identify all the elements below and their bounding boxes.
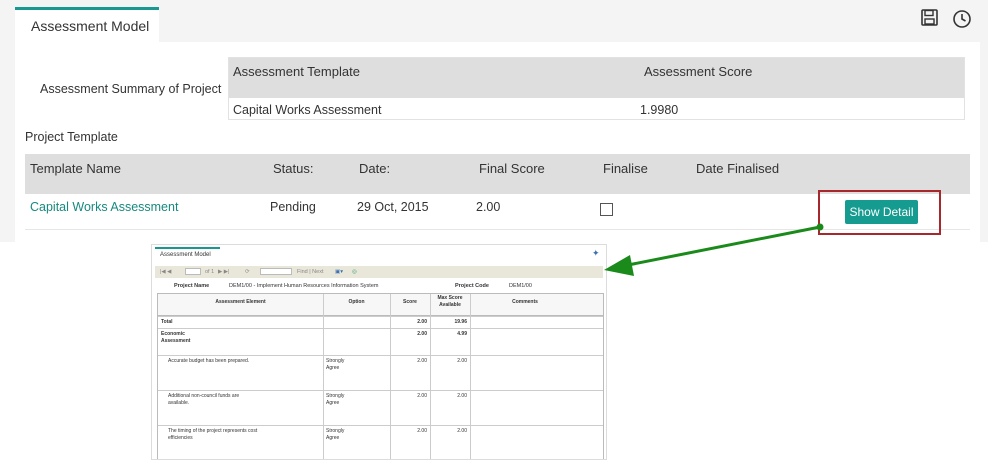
tab-assessment-model[interactable]: Assessment Model: [15, 7, 159, 43]
grid-row-max: 2.00: [457, 393, 467, 399]
refresh-icon[interactable]: ⟳: [245, 266, 250, 278]
grid-header-comments: Comments: [512, 299, 538, 305]
header-status: Status:: [273, 161, 314, 176]
grid-row-element: Economic Assessment: [161, 331, 191, 344]
header-date: Date:: [359, 161, 391, 176]
save-icon[interactable]: [920, 8, 940, 28]
grid-header-element: Assessment Element: [215, 299, 266, 305]
grid-row-score: 2.00: [417, 428, 427, 434]
grid-row-max: 19.96: [454, 319, 467, 325]
header-finalise: Finalise: [603, 161, 648, 176]
project-name-label: Project Name: [174, 283, 210, 289]
grid-row-max: 2.00: [457, 358, 467, 364]
project-code-label: Project Code: [455, 283, 489, 289]
grid-row-element: The timing of the project represents cos…: [168, 428, 258, 441]
grid-row-score: 2.00: [417, 358, 427, 364]
next-page-icon[interactable]: ▶ ▶|: [218, 266, 229, 278]
grid-row-option: Strongly Agree: [326, 358, 345, 371]
grid-row-option: Strongly Agree: [326, 428, 345, 441]
template-name-link[interactable]: Capital Works Assessment: [30, 200, 178, 214]
assessment-summary-label: Assessment Summary of Project: [40, 82, 222, 96]
page-number-input[interactable]: [185, 268, 201, 275]
grid-row-line: [158, 316, 603, 317]
header-assessment-score: Assessment Score: [644, 64, 753, 79]
detail-report-screenshot: Assessment Model |◀ ◀ of 1 ▶ ▶| ⟳ Find |…: [151, 244, 607, 460]
assessment-panel: Assessment Model Assessment Summary of P…: [0, 0, 988, 242]
grid-row-option: Strongly Agree: [326, 393, 345, 406]
inset-tab-assessment-model: Assessment Model: [155, 247, 220, 263]
assessment-grid: Assessment Element Option Score Max Scor…: [157, 293, 604, 459]
grid-header-score: Score: [403, 299, 417, 305]
grid-row-score: 2.00: [417, 319, 427, 325]
grid-row-max: 2.00: [457, 428, 467, 434]
project-template-label: Project Template: [25, 130, 118, 144]
header-date-finalised: Date Finalised: [696, 161, 780, 176]
show-detail-button[interactable]: Show Detail: [845, 200, 918, 224]
grid-row-line: [158, 328, 603, 329]
grid-row-score: 2.00: [417, 393, 427, 399]
find-next-label[interactable]: Find | Next: [297, 266, 324, 278]
grid-row-score: 2.00: [417, 331, 427, 337]
grid-row-line: [158, 355, 603, 356]
grid-row-element: Additional non-council funds are availab…: [168, 393, 240, 406]
pin-icon: ✦: [592, 248, 600, 258]
grid-col-line: [323, 294, 324, 459]
summary-template-name: Capital Works Assessment: [233, 103, 382, 117]
grid-row-element: Accurate budget has been prepared.: [168, 358, 250, 364]
print-icon[interactable]: ◎: [352, 266, 357, 278]
export-icon[interactable]: ▣▾: [335, 266, 343, 278]
history-clock-icon[interactable]: [952, 9, 972, 29]
grid-row-element: Total: [161, 319, 173, 325]
project-name-value: DEM1/00 - Implement Human Resources Info…: [229, 283, 379, 289]
header-assessment-template: Assessment Template: [233, 64, 360, 79]
grid-header-max-score: Max Score Available: [437, 295, 463, 308]
template-date: 29 Oct, 2015: [357, 200, 429, 214]
summary-score: 1.9980: [640, 103, 679, 117]
assessment-summary-table: Assessment Template Assessment Score Cap…: [228, 57, 965, 120]
grid-row-line: [158, 425, 603, 426]
template-table-header: Template Name Status: Date: Final Score …: [25, 154, 970, 194]
grid-row-line: [158, 390, 603, 391]
template-status: Pending: [270, 200, 316, 214]
find-input[interactable]: [260, 268, 292, 275]
page-of-label: of 1: [205, 269, 215, 275]
project-code-value: DEM1/00: [509, 283, 532, 289]
report-toolbar: |◀ ◀ of 1 ▶ ▶| ⟳ Find | Next ▣▾ ◎: [155, 266, 603, 278]
header-template-name: Template Name: [30, 161, 122, 176]
grid-row-max: 4.99: [457, 331, 467, 337]
finalise-checkbox[interactable]: [600, 203, 613, 216]
template-final-score: 2.00: [476, 200, 501, 214]
header-final-score: Final Score: [479, 161, 545, 176]
grid-header-option: Option: [348, 299, 365, 305]
grid-col-line: [470, 294, 471, 459]
first-page-icon[interactable]: |◀ ◀: [160, 266, 171, 278]
